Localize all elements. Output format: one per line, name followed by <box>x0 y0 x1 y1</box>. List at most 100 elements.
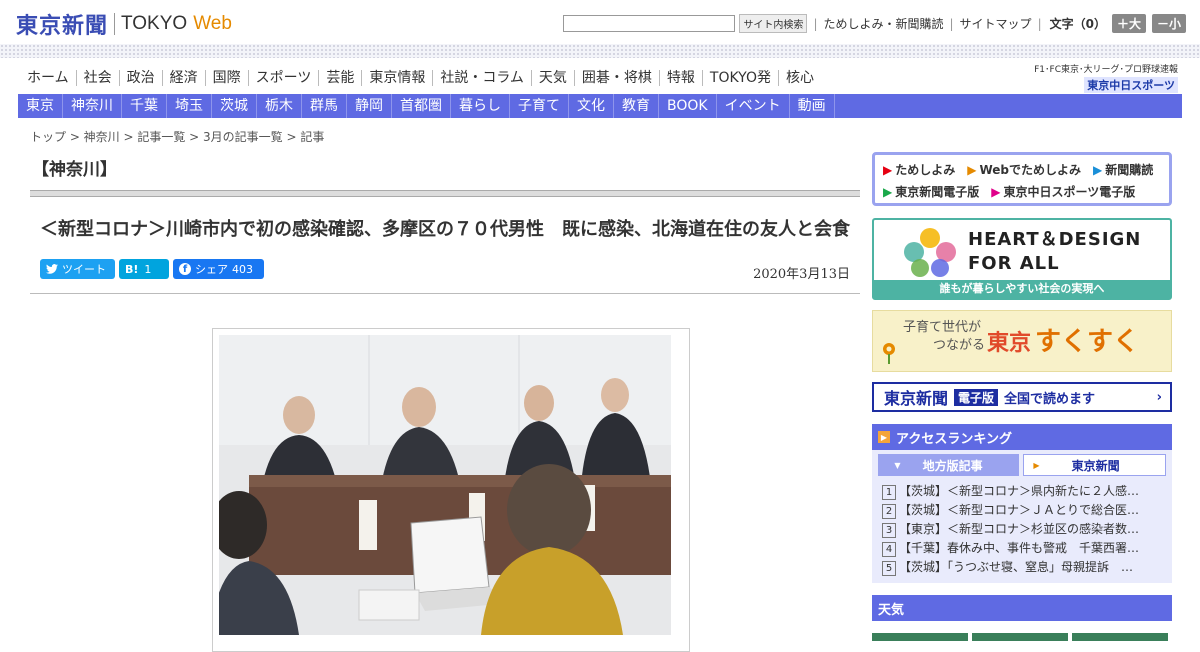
flower-icon <box>883 343 895 364</box>
region-culture[interactable]: 文化 <box>569 94 614 118</box>
sidebar: ▶ ためしよみ ▶ Webでためしよみ ▶ 新聞購読 ▶ 東京新聞電子版 ▶ 東京中日スポ… <box>872 152 1172 641</box>
weather-header: 天気 <box>872 595 1172 621</box>
region-video[interactable]: 動画 <box>790 94 835 118</box>
ranking-item[interactable]: 1 【茨城】＜新型コロナ＞県内新たに２人感… <box>878 482 1166 501</box>
nav-core[interactable]: 核心 <box>777 70 821 86</box>
site-logo[interactable]: 東京新聞 TOKYO Web <box>16 8 232 40</box>
ranking-title: アクセスランキング <box>896 431 1012 447</box>
triangle-icon: ▶ <box>1093 163 1103 177</box>
region-ibaraki[interactable]: 茨城 <box>212 94 257 118</box>
nav-sports[interactable]: スポーツ <box>247 70 319 86</box>
header-tools: サイト内検索 | ためしよみ・新聞購読 | サイトマップ | 文字（0） ＋大 … <box>563 14 1186 33</box>
weather-tiles <box>872 633 1172 641</box>
section-divider <box>30 190 860 197</box>
region-living[interactable]: 暮らし <box>451 94 510 118</box>
article-photo[interactable] <box>219 335 671 635</box>
nav-tokyo-info[interactable]: 東京情報 <box>361 70 432 86</box>
twitter-bird-icon <box>46 264 58 274</box>
font-smaller-button[interactable]: －小 <box>1151 14 1186 33</box>
tweet-button[interactable]: ツイート <box>40 259 115 279</box>
ranking-item[interactable]: 5 【茨城】「うつぶせ寝、窒息」母親提訴 … <box>878 558 1166 577</box>
article-photo-frame <box>212 328 690 652</box>
hatena-logo: B! <box>125 262 139 276</box>
nav-editorial[interactable]: 社説・コラム <box>432 70 531 86</box>
facebook-share-count: 403 <box>232 262 253 276</box>
link-web-trial[interactable]: ▶ Webでためしよみ <box>967 161 1081 178</box>
nav-economy[interactable]: 経済 <box>161 70 205 86</box>
tab-local-articles[interactable]: ▼ 地方版記事 <box>878 454 1019 476</box>
site-search-button[interactable]: サイト内検索 <box>739 14 808 33</box>
ranking-panel: ▼ 地方版記事 ▶ 東京新聞 1 【茨城】＜新型コロナ＞県内新たに２人感… 2 【茨… <box>872 450 1172 583</box>
chunichi-sports-banner[interactable]: F1･FC東京･大リーグ･プロ野球速報 東京中日スポーツ <box>1034 62 1178 93</box>
link-subscribe[interactable]: ▶ 新聞購読 <box>1093 161 1153 178</box>
font-size-label: 文字（0） <box>1049 17 1106 31</box>
region-events[interactable]: イベント <box>717 94 790 118</box>
site-search-input[interactable] <box>563 15 736 32</box>
region-metro[interactable]: 首都圏 <box>392 94 451 118</box>
digital-edition-banner[interactable]: 東京新聞 電子版 全国で読めます › <box>872 382 1172 412</box>
share-row: ツイート B! 1 f シェア 403 2020年3月13日 <box>30 259 860 282</box>
region-gunma[interactable]: 群馬 <box>302 94 347 118</box>
nav-entertainment[interactable]: 芸能 <box>318 70 361 86</box>
logo-english: TOKYO Web <box>121 13 232 34</box>
nav-international[interactable]: 国際 <box>204 70 248 86</box>
tab-tokyo-shimbun[interactable]: ▶ 東京新聞 <box>1023 454 1166 476</box>
nav-tokyo-hatsu[interactable]: TOKYO発 <box>701 70 778 86</box>
tweet-label: ツイート <box>62 263 106 276</box>
article-column: トップ > 神奈川 > 記事一覧 > 3月の記事一覧 > 記事 【神奈川】 ＜新… <box>30 128 860 652</box>
region-shizuoka[interactable]: 静岡 <box>347 94 392 118</box>
region-tokyo[interactable]: 東京 <box>18 94 63 118</box>
nav-home[interactable]: ホーム <box>20 70 76 86</box>
tokyo-sukusuku-banner[interactable]: 子育て世代が つながる 東京 すくすく <box>872 310 1172 372</box>
region-chiba[interactable]: 千葉 <box>122 94 167 118</box>
region-nav: 東京 神奈川 千葉 埼玉 茨城 栃木 群馬 静岡 首都圏 暮らし 子育て 文化 … <box>18 94 1182 118</box>
digital-edition-text: 全国で読めます <box>1004 391 1096 407</box>
article-headline: ＜新型コロナ＞川崎市内で初の感染確認、多摩区の７０代男性 既に感染、北海道在住の… <box>40 219 850 240</box>
ranking-tabs: ▼ 地方版記事 ▶ 東京新聞 <box>878 454 1166 476</box>
region-kanagawa[interactable]: 神奈川 <box>63 94 122 118</box>
sitemap-link[interactable]: サイトマップ <box>960 15 1032 32</box>
ranking-item[interactable]: 4 【千葉】春休み中、事件も警戒 千葉西署… <box>878 539 1166 558</box>
ranking-header: ▶ アクセスランキング <box>872 424 1172 450</box>
triangle-icon: ▶ <box>883 185 893 199</box>
facebook-share-button[interactable]: f シェア 403 <box>173 259 264 279</box>
weather-title: 天気 <box>878 602 905 618</box>
heart-design-caption: 誰もが暮らしやすい社会の実現へ <box>874 280 1170 298</box>
digital-edition-logo: 東京新聞 <box>884 389 949 408</box>
ranking-item[interactable]: 2 【茨城】＜新型コロナ＞ＪＡとりで総合医… <box>878 501 1166 520</box>
logo-japanese: 東京新聞 <box>16 13 109 39</box>
heart-design-logo-icon <box>904 228 956 277</box>
heart-design-banner[interactable]: HEART＆DESIGN FOR ALL 誰もが暮らしやすい社会の実現へ <box>872 218 1172 300</box>
nav-weather[interactable]: 天気 <box>530 70 574 86</box>
press-conference-photo <box>219 335 671 635</box>
main-nav: ホーム 社会 政治 経済 国際 スポーツ 芸能 東京情報 社説・コラム 天気 囲… <box>0 58 1200 93</box>
article-date: 2020年3月13日 <box>753 267 850 282</box>
nav-politics[interactable]: 政治 <box>118 70 162 86</box>
region-tochigi[interactable]: 栃木 <box>257 94 302 118</box>
facebook-share-label: シェア <box>195 263 228 276</box>
nav-special-report[interactable]: 特報 <box>658 70 702 86</box>
region-parenting[interactable]: 子育て <box>510 94 569 118</box>
trial-subscribe-link[interactable]: ためしよみ・新聞購読 <box>823 15 943 32</box>
link-trial[interactable]: ▶ ためしよみ <box>883 161 955 178</box>
chunichi-tagline: F1･FC東京･大リーグ･プロ野球速報 <box>1034 65 1178 75</box>
region-saitama[interactable]: 埼玉 <box>167 94 212 118</box>
nav-go-shogi[interactable]: 囲碁・将棋 <box>573 70 659 86</box>
ranking-item[interactable]: 3 【東京】＜新型コロナ＞杉並区の感染者数… <box>878 520 1166 539</box>
region-book[interactable]: BOOK <box>659 94 717 118</box>
header-dot-divider <box>0 44 1200 58</box>
font-larger-button[interactable]: ＋大 <box>1111 14 1146 33</box>
link-digital-edition[interactable]: ▶ 東京新聞電子版 <box>883 183 979 200</box>
region-education[interactable]: 教育 <box>614 94 659 118</box>
nav-society[interactable]: 社会 <box>75 70 119 86</box>
divider: | <box>813 16 818 31</box>
chevron-right-icon: › <box>1156 389 1162 405</box>
hatena-bookmark-button[interactable]: B! 1 <box>119 259 169 279</box>
link-chunichi-digital[interactable]: ▶ 東京中日スポーツ電子版 <box>991 183 1135 200</box>
links-row-2: ▶ 東京新聞電子版 ▶ 東京中日スポーツ電子版 <box>883 183 1147 200</box>
digital-edition-tag: 電子版 <box>954 388 999 406</box>
section-title: 【神奈川】 <box>32 160 117 180</box>
subscription-links-box: ▶ ためしよみ ▶ Webでためしよみ ▶ 新聞購読 ▶ 東京新聞電子版 ▶ 東京中日スポ… <box>872 152 1172 206</box>
breadcrumb[interactable]: トップ > 神奈川 > 記事一覧 > 3月の記事一覧 > 記事 <box>30 128 860 145</box>
triangle-down-icon: ▼ <box>894 460 901 470</box>
